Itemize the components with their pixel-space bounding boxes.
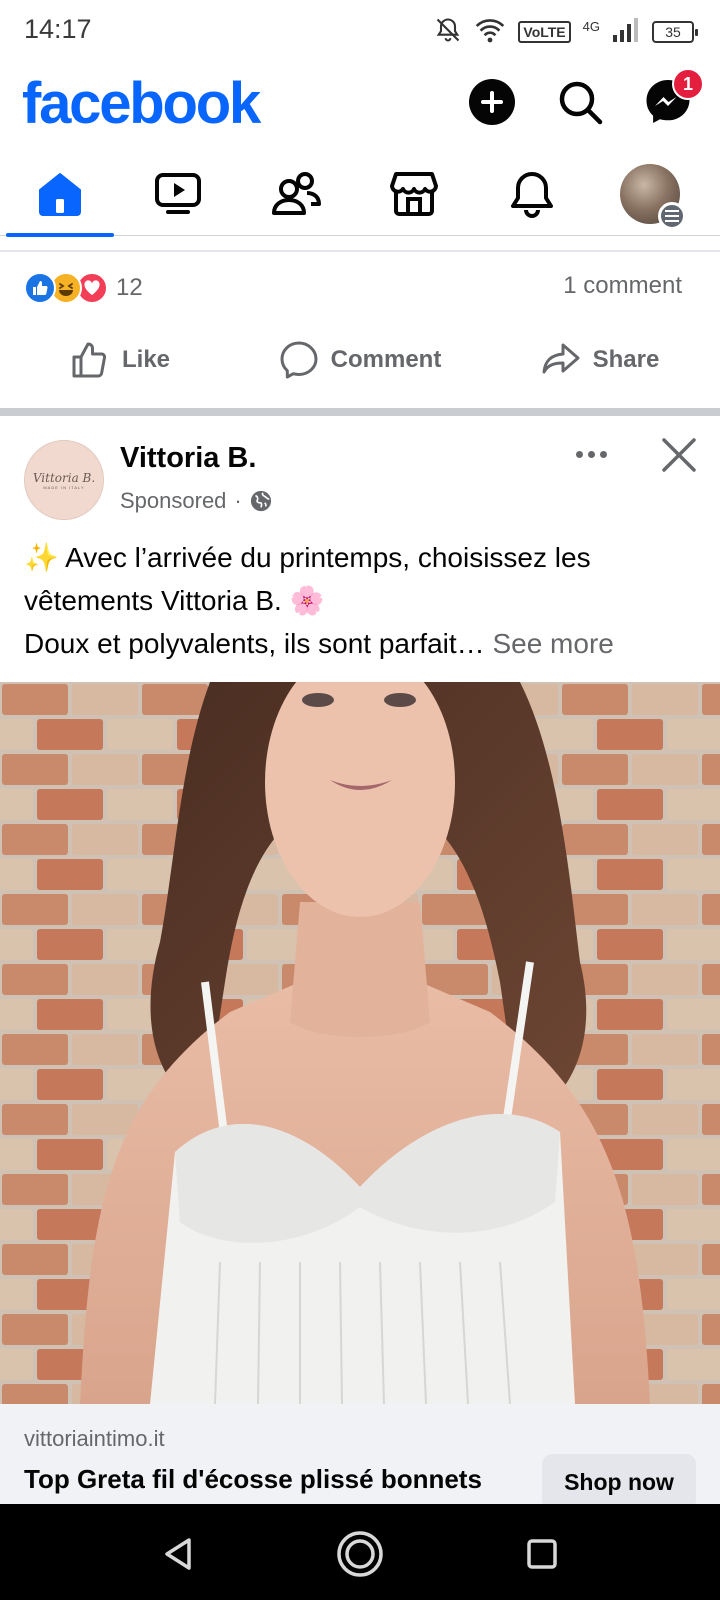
network-type: 4G (582, 18, 600, 34)
search-button[interactable] (554, 76, 606, 128)
volte-indicator: VoLTE (518, 21, 571, 43)
home-button[interactable] (332, 1526, 388, 1582)
share-icon (542, 343, 580, 374)
status-icons: VoLTE 4G 35 (434, 16, 698, 49)
globe-icon (250, 490, 271, 512)
status-bar: 14:17 VoLTE 4G 35 (0, 0, 720, 62)
home-icon (39, 173, 81, 216)
dot-icon (575, 450, 583, 458)
comment-icon (280, 341, 318, 379)
navigation-tabs (0, 152, 720, 237)
like-reaction-icon (24, 272, 56, 304)
tab-notifications[interactable] (472, 152, 592, 236)
menu-icon (658, 202, 686, 230)
see-more-link[interactable]: See more (492, 628, 613, 659)
profile-avatar (620, 164, 686, 230)
marketplace-icon (390, 172, 438, 216)
hide-post-button[interactable] (656, 432, 702, 478)
post-text-line2-wrap: Doux et polyvalents, ils sont parfait… S… (24, 622, 704, 665)
app-header: facebook 1 (0, 62, 720, 152)
like-button[interactable]: Like (0, 328, 240, 392)
meta-separator: · (234, 488, 242, 513)
post-separator (0, 408, 720, 416)
tab-video[interactable] (118, 152, 238, 236)
battery-level: 35 (665, 24, 681, 40)
status-time: 14:17 (24, 14, 92, 44)
back-icon (165, 1538, 191, 1570)
ad-image[interactable] (0, 682, 720, 1404)
home-circle-icon (337, 1531, 383, 1577)
search-icon (559, 81, 603, 125)
facebook-logo[interactable]: facebook (22, 72, 261, 136)
like-label: Like (121, 346, 171, 373)
create-button[interactable] (466, 76, 518, 128)
dot-icon (599, 450, 607, 458)
video-icon (155, 173, 201, 214)
comment-button[interactable]: Comment (240, 328, 480, 392)
recents-button[interactable] (514, 1526, 570, 1582)
signal-icon (612, 17, 640, 48)
link-headline: Top Greta fil d'écosse plissé bonnets (24, 1464, 482, 1494)
avatar-logo-subtext: MADE IN ITALY (43, 484, 85, 490)
avatar-logo-text: Vittoria B. (32, 470, 96, 485)
tab-friends[interactable] (236, 152, 356, 236)
reaction-count: 12 (116, 274, 143, 301)
messenger-badge: 1 (672, 68, 704, 100)
page-avatar[interactable]: Vittoria B. MADE IN ITALY (24, 440, 104, 520)
sponsored-post-header: Vittoria B. MADE IN ITALY Vittoria B. Sp… (0, 416, 720, 526)
thumbs-up-icon (72, 342, 106, 378)
tab-profile-menu[interactable] (590, 152, 710, 236)
wifi-icon (474, 16, 506, 49)
share-button[interactable]: Share (480, 328, 720, 392)
close-icon (662, 438, 696, 472)
comment-label: Comment (330, 346, 442, 373)
more-options-button[interactable] (566, 434, 616, 474)
post-text-line1: ✨ Avec l’arrivée du printemps, choisisse… (24, 542, 591, 616)
link-domain: vittoriaintimo.it (24, 1426, 165, 1451)
sponsored-label: Sponsored (120, 488, 227, 513)
comment-count[interactable]: 1 comment (563, 272, 682, 300)
tab-home[interactable] (0, 152, 120, 237)
reactions-summary[interactable]: 12 (24, 268, 143, 308)
mute-notifications-icon (434, 16, 462, 49)
bell-icon (511, 172, 553, 218)
shop-now-button[interactable]: Shop now (542, 1454, 696, 1510)
battery-icon: 35 (652, 21, 698, 43)
dot-icon (587, 450, 595, 458)
facebook-feed-screen: 14:17 VoLTE 4G 35 facebook 1 12 1 commen… (0, 0, 720, 1600)
sponsored-meta: Sponsored · (120, 488, 272, 514)
system-navigation-bar (0, 1504, 720, 1600)
link-preview[interactable]: vittoriaintimo.it Top Greta fil d'écosse… (0, 1404, 720, 1510)
share-label: Share (592, 346, 660, 373)
post-actions: Like Comment Share (0, 328, 720, 392)
plus-icon (469, 79, 515, 125)
page-name[interactable]: Vittoria B. (120, 442, 256, 475)
back-button[interactable] (150, 1526, 206, 1582)
post-text: ✨ Avec l’arrivée du printemps, choisisse… (24, 536, 704, 665)
ad-photo (0, 682, 720, 1404)
post-text-line2: Doux et polyvalents, ils sont parfait… (24, 628, 485, 659)
divider (0, 250, 720, 252)
tab-marketplace[interactable] (354, 152, 474, 236)
friends-icon (272, 172, 321, 215)
messenger-button[interactable]: 1 (642, 68, 704, 128)
recents-icon (527, 1539, 557, 1569)
